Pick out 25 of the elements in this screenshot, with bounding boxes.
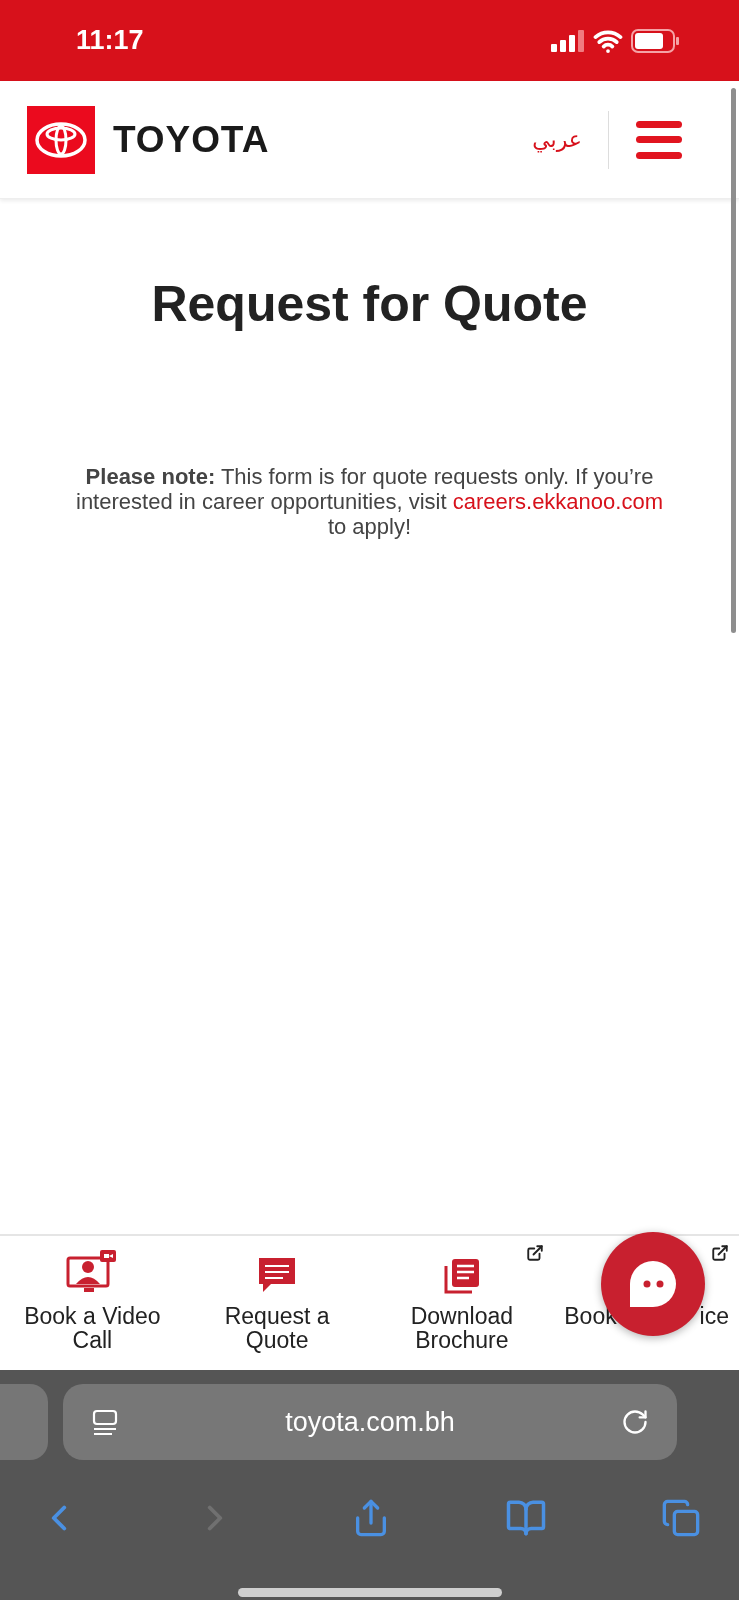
chat-icon: [628, 1259, 678, 1309]
url-text: toyota.com.bh: [284, 1405, 456, 1439]
clock-time: 11:17: [76, 24, 144, 58]
reload-icon[interactable]: [621, 1408, 649, 1436]
video-call-icon: [66, 1250, 119, 1294]
signal-icon: [551, 29, 585, 52]
action-label[interactable]: Book a Video Call: [24, 1304, 161, 1352]
documents-icon: [443, 1258, 480, 1294]
action-label[interactable]: Book: [564, 1304, 617, 1328]
menu-icon[interactable]: [636, 120, 682, 159]
action-label[interactable]: Download Brochure: [410, 1304, 513, 1352]
action-label[interactable]: ice: [699, 1304, 729, 1328]
message-icon: [257, 1256, 298, 1294]
toyota-logo-icon: [27, 105, 95, 174]
language-link[interactable]: عربي: [532, 123, 582, 156]
battery-icon: [631, 28, 679, 53]
careers-link[interactable]: careers.ekkanoo.com: [452, 489, 663, 514]
tabs-icon[interactable]: [661, 1498, 701, 1538]
address-bar[interactable]: toyota.com.bh: [63, 1384, 677, 1460]
previous-tab[interactable]: [0, 1384, 48, 1460]
reader-icon: [91, 1408, 119, 1436]
note-text: Please note: This form is for quote requests only. If you’re interested in career opportunities, visit careers.ekkanoo.com to apply!: [75, 464, 664, 539]
action-label[interactable]: Request a Quote: [224, 1304, 330, 1352]
brand-name: TOYOTA: [113, 117, 270, 162]
page-title: Request for Quote: [151, 275, 588, 334]
